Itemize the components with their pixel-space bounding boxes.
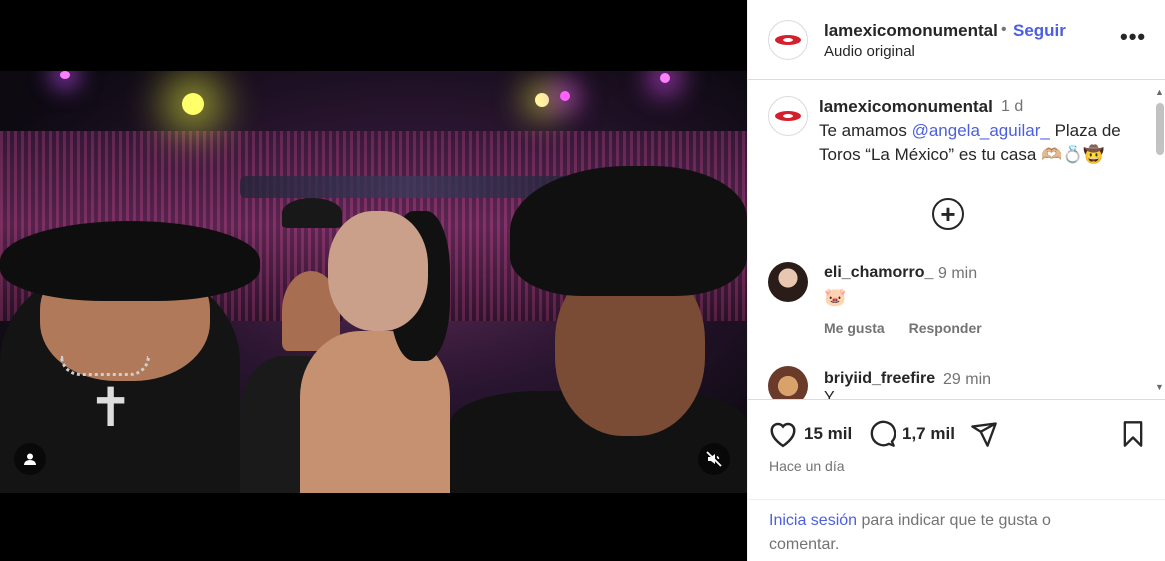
follow-button[interactable]: Seguir [1013,21,1066,41]
scroll-up-icon[interactable]: ▲ [1155,87,1164,97]
caption-avatar[interactable] [768,96,808,136]
comment-text: Y ... [824,389,853,399]
comment-text: 🐷 [824,287,847,307]
person-figure [328,211,428,331]
tagged-users-icon[interactable] [14,443,46,475]
brand-logo-icon [775,35,801,45]
cross-pendant: ✝ [88,381,133,441]
heart-icon [770,422,796,448]
post-actions: 15 mil 1,7 mil Hace un día [748,399,1165,499]
posted-time[interactable]: Hace un día [769,458,845,474]
stage-light [60,71,70,79]
share-button[interactable] [970,420,998,448]
account-username[interactable]: lamexicomonumental [824,21,998,41]
post-side-panel: lamexicomonumental • Seguir Audio origin… [747,0,1165,561]
caption-text-part: Te amamos [819,121,912,140]
separator-dot: • [1001,21,1007,38]
stage-light [535,93,549,107]
scroll-thumb[interactable] [1156,103,1164,155]
comments-section[interactable]: lamexicomonumental 1 d Te amamos @angela… [748,81,1165,399]
scroll-down-icon[interactable]: ▼ [1155,382,1164,392]
commenter-avatar[interactable] [768,262,808,302]
caption-username[interactable]: lamexicomonumental [819,97,993,117]
comments-scrollbar[interactable]: ▲ ▼ [1153,84,1165,396]
stage-light [560,91,570,101]
comment-button[interactable]: 1,7 mil [868,420,955,448]
person-figure [510,166,747,296]
login-prompt: Inicia sesión para indicar que te gusta … [748,499,1165,561]
person-figure [0,221,260,301]
send-icon [971,422,997,447]
necklace [60,356,150,376]
mute-icon[interactable] [698,443,730,475]
like-button[interactable]: 15 mil [768,420,852,448]
person-figure [282,198,342,228]
caption-time[interactable]: 1 d [1001,98,1023,116]
login-link[interactable]: Inicia sesión [769,512,857,529]
comment-like-button[interactable]: Me gusta [824,320,885,336]
stage-light [182,93,204,115]
brand-logo-icon [775,111,801,121]
post-media[interactable]: ✝ [0,0,747,561]
more-horizontal-icon[interactable]: ••• [1120,24,1146,50]
post-header: lamexicomonumental • Seguir Audio origin… [748,0,1165,80]
commenter-avatar[interactable] [768,366,808,399]
comment-count[interactable]: 1,7 mil [902,424,955,444]
caption-text: Te amamos @angela_aguilar_ Plaza de Toro… [819,119,1139,167]
caption-mention[interactable]: @angela_aguilar_ [912,121,1050,140]
account-avatar[interactable] [768,20,808,60]
save-button[interactable] [1120,420,1146,448]
comment-reply-button[interactable]: Responder [909,320,982,336]
comment-time[interactable]: 9 min [938,265,977,283]
plus-circle-icon[interactable]: + [932,198,964,230]
audio-label[interactable]: Audio original [824,43,915,60]
login-prompt-text: Inicia sesión para indicar que te gusta … [769,509,1109,557]
like-count[interactable]: 15 mil [804,424,852,444]
video-frame[interactable]: ✝ [0,71,747,493]
bookmark-icon [1123,421,1143,447]
comment-actions: Me gusta Responder [824,320,1002,336]
comment-icon [870,420,896,447]
stage-light [660,73,670,83]
comment-username[interactable]: eli_chamorro_ [824,264,933,282]
comment-username[interactable]: briyiid_freefire [824,370,935,388]
comment-time[interactable]: 29 min [943,371,991,389]
